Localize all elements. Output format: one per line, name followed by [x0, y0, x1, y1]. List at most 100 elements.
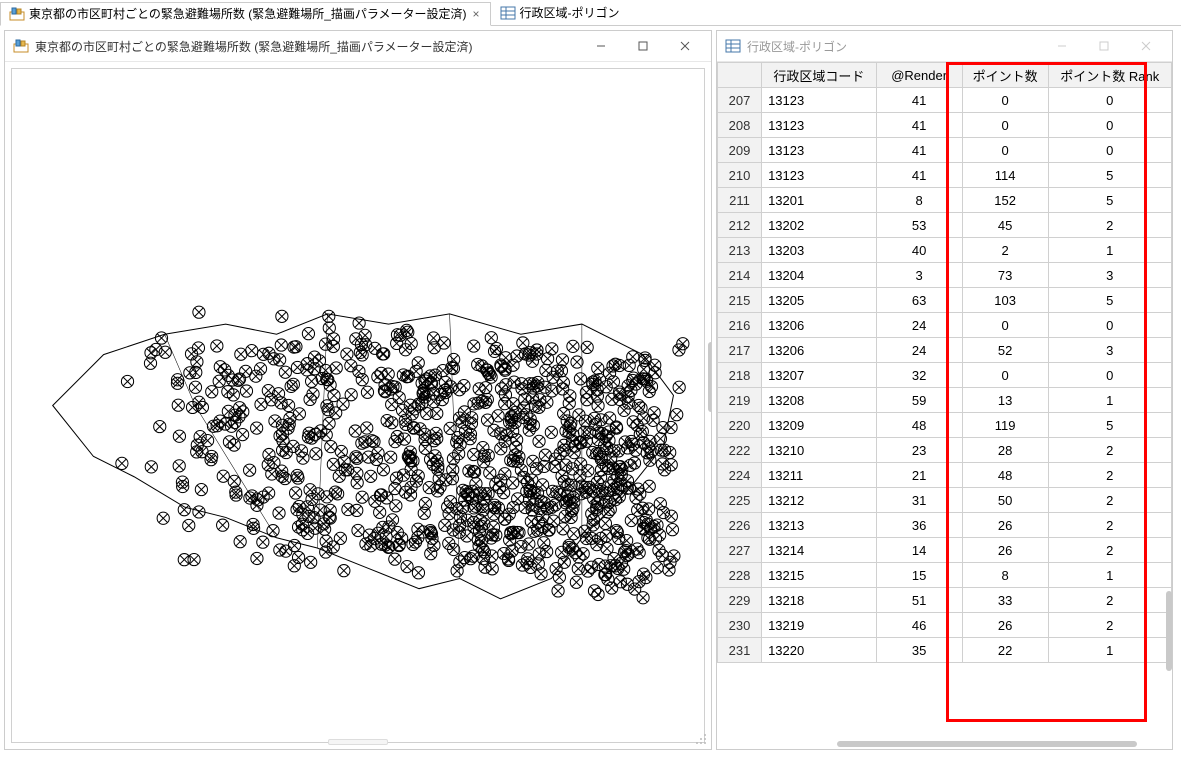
cell-code[interactable]: 13210	[762, 438, 877, 463]
resize-grip[interactable]	[695, 733, 707, 745]
cell-render[interactable]: 14	[876, 538, 962, 563]
cell-render[interactable]: 3	[876, 263, 962, 288]
row-number[interactable]: 225	[718, 488, 762, 513]
minimize-button[interactable]	[1044, 34, 1080, 58]
cell-points[interactable]: 73	[962, 263, 1048, 288]
cell-rank[interactable]: 2	[1048, 588, 1171, 613]
cell-render[interactable]: 36	[876, 513, 962, 538]
tab-map[interactable]: 東京都の市区町村ごとの緊急避難場所数 (緊急避難場所_描画パラメーター設定済) …	[0, 2, 491, 26]
cell-points[interactable]: 48	[962, 463, 1048, 488]
tab-table[interactable]: 行政区域-ポリゴン	[491, 1, 629, 25]
col-points[interactable]: ポイント数	[962, 63, 1048, 88]
table-row[interactable]: 2111320181525	[718, 188, 1172, 213]
cell-points[interactable]: 26	[962, 513, 1048, 538]
cell-rank[interactable]: 2	[1048, 488, 1171, 513]
cell-render[interactable]: 41	[876, 113, 962, 138]
row-number[interactable]: 224	[718, 463, 762, 488]
cell-rank[interactable]: 5	[1048, 288, 1171, 313]
row-number[interactable]: 230	[718, 613, 762, 638]
cell-code[interactable]: 13206	[762, 313, 877, 338]
cell-code[interactable]: 13202	[762, 213, 877, 238]
table-row[interactable]: 2221321023282	[718, 438, 1172, 463]
table-row[interactable]: 213132034021	[718, 238, 1172, 263]
cell-render[interactable]: 53	[876, 213, 962, 238]
cell-points[interactable]: 0	[962, 313, 1048, 338]
cell-points[interactable]: 13	[962, 388, 1048, 413]
splitter-handle[interactable]	[328, 739, 388, 745]
cell-code[interactable]: 13218	[762, 588, 877, 613]
table-row[interactable]: 2121320253452	[718, 213, 1172, 238]
cell-render[interactable]: 23	[876, 438, 962, 463]
cell-render[interactable]: 31	[876, 488, 962, 513]
row-number[interactable]: 208	[718, 113, 762, 138]
cell-points[interactable]: 2	[962, 238, 1048, 263]
cell-points[interactable]: 0	[962, 138, 1048, 163]
cell-render[interactable]: 41	[876, 138, 962, 163]
table-row[interactable]: 22013209481195	[718, 413, 1172, 438]
cell-code[interactable]: 13203	[762, 238, 877, 263]
cell-rank[interactable]: 2	[1048, 613, 1171, 638]
row-number[interactable]: 220	[718, 413, 762, 438]
cell-points[interactable]: 119	[962, 413, 1048, 438]
table-row[interactable]: 2311322035221	[718, 638, 1172, 663]
scrollbar-vertical[interactable]	[1166, 591, 1172, 671]
cell-rank[interactable]: 2	[1048, 463, 1171, 488]
table-row[interactable]: 208131234100	[718, 113, 1172, 138]
cell-rank[interactable]: 3	[1048, 338, 1171, 363]
scrollbar-horizontal[interactable]	[837, 741, 1137, 747]
row-number[interactable]: 210	[718, 163, 762, 188]
cell-render[interactable]: 63	[876, 288, 962, 313]
cell-render[interactable]: 35	[876, 638, 962, 663]
cell-rank[interactable]: 2	[1048, 438, 1171, 463]
table-row[interactable]: 2251321231502	[718, 488, 1172, 513]
cell-rank[interactable]: 0	[1048, 363, 1171, 388]
cell-points[interactable]: 0	[962, 363, 1048, 388]
cell-render[interactable]: 21	[876, 463, 962, 488]
cell-points[interactable]: 26	[962, 613, 1048, 638]
cell-points[interactable]: 52	[962, 338, 1048, 363]
cell-render[interactable]: 41	[876, 88, 962, 113]
row-number[interactable]: 226	[718, 513, 762, 538]
cell-code[interactable]: 13212	[762, 488, 877, 513]
cell-code[interactable]: 13209	[762, 413, 877, 438]
minimize-button[interactable]	[583, 34, 619, 58]
cell-rank[interactable]: 0	[1048, 113, 1171, 138]
cell-code[interactable]: 13204	[762, 263, 877, 288]
cell-code[interactable]: 13211	[762, 463, 877, 488]
cell-rank[interactable]: 1	[1048, 563, 1171, 588]
cell-rank[interactable]: 5	[1048, 413, 1171, 438]
table-row[interactable]: 214132043733	[718, 263, 1172, 288]
row-number[interactable]: 231	[718, 638, 762, 663]
cell-code[interactable]: 13206	[762, 338, 877, 363]
cell-points[interactable]: 103	[962, 288, 1048, 313]
cell-rank[interactable]: 5	[1048, 163, 1171, 188]
cell-render[interactable]: 8	[876, 188, 962, 213]
row-number[interactable]: 219	[718, 388, 762, 413]
cell-points[interactable]: 0	[962, 113, 1048, 138]
cell-rank[interactable]: 5	[1048, 188, 1171, 213]
row-number[interactable]: 214	[718, 263, 762, 288]
cell-code[interactable]: 13215	[762, 563, 877, 588]
cell-points[interactable]: 45	[962, 213, 1048, 238]
cell-code[interactable]: 13123	[762, 113, 877, 138]
row-number[interactable]: 227	[718, 538, 762, 563]
cell-render[interactable]: 59	[876, 388, 962, 413]
cell-points[interactable]: 26	[962, 538, 1048, 563]
row-number[interactable]: 217	[718, 338, 762, 363]
cell-code[interactable]: 13214	[762, 538, 877, 563]
col-rank[interactable]: ポイント数 Rank	[1048, 63, 1171, 88]
row-number[interactable]: 212	[718, 213, 762, 238]
cell-code[interactable]: 13201	[762, 188, 877, 213]
table-row[interactable]: 21513205631035	[718, 288, 1172, 313]
cell-render[interactable]: 46	[876, 613, 962, 638]
table-row[interactable]: 207131234100	[718, 88, 1172, 113]
cell-points[interactable]: 33	[962, 588, 1048, 613]
maximize-button[interactable]	[1086, 34, 1122, 58]
close-button[interactable]	[1128, 34, 1164, 58]
table-scroll[interactable]: 行政区域コード @Render ポイント数 ポイント数 Rank 2071312…	[717, 62, 1172, 749]
cell-code[interactable]: 13219	[762, 613, 877, 638]
cell-render[interactable]: 48	[876, 413, 962, 438]
cell-rank[interactable]: 3	[1048, 263, 1171, 288]
table-row[interactable]: 209131234100	[718, 138, 1172, 163]
table-row[interactable]: 2261321336262	[718, 513, 1172, 538]
